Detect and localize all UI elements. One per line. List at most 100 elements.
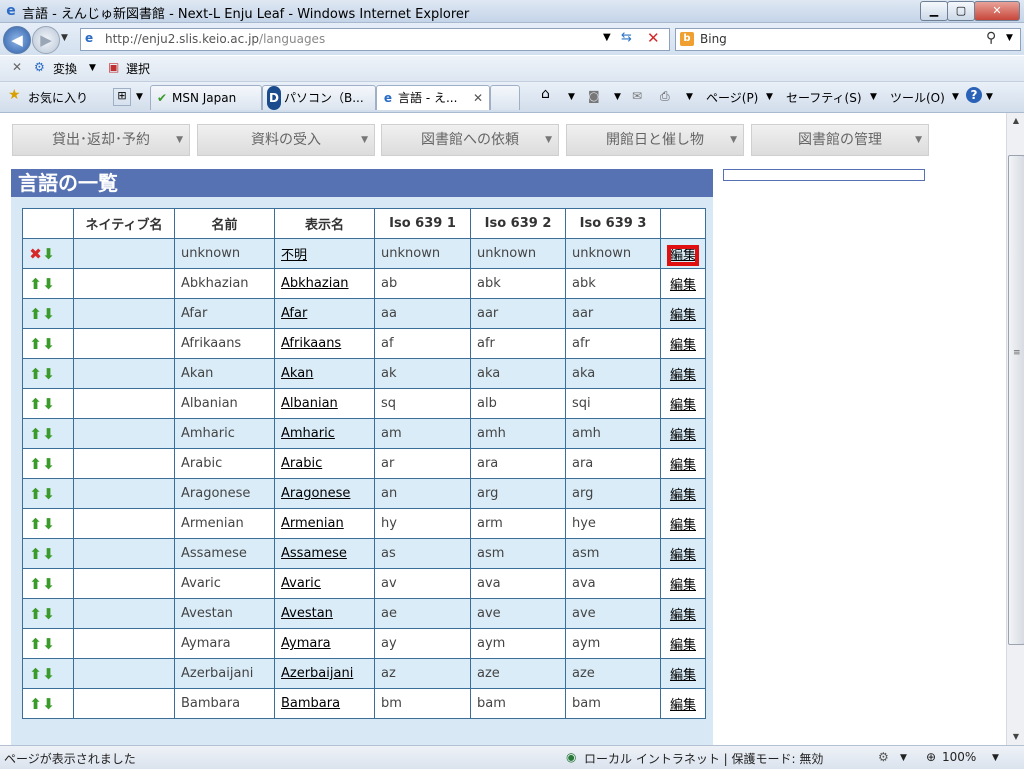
move-up-icon[interactable]: ⬆ <box>29 695 42 713</box>
edit-link[interactable]: 編集 <box>670 368 696 383</box>
zoom-icon[interactable]: ⊕ <box>926 750 936 764</box>
convert-button[interactable]: 変換 <box>53 60 77 77</box>
tab-pasokon[interactable]: D パソコン（B... <box>262 85 376 110</box>
move-down-icon[interactable]: ⬇ <box>42 335 55 353</box>
tools-menu[interactable]: ツール(O) <box>890 89 945 106</box>
move-down-icon[interactable]: ⬇ <box>42 275 55 293</box>
mail-icon[interactable]: ✉ <box>632 89 642 103</box>
move-down-icon[interactable]: ⬇ <box>42 605 55 623</box>
display-name-link[interactable]: Assamese <box>281 546 347 561</box>
back-button[interactable]: ◀ <box>3 26 31 54</box>
stop-icon[interactable]: ✕ <box>647 29 660 47</box>
close-toolbar-icon[interactable]: ✕ <box>12 60 22 74</box>
display-name-link[interactable]: Akan <box>281 366 313 381</box>
menu-requests[interactable]: 図書館への依頼 ▼ <box>381 124 559 156</box>
security-dropdown-icon[interactable]: ▼ <box>900 753 907 763</box>
vertical-scrollbar[interactable]: ▲ ≡ ▼ <box>1006 113 1024 745</box>
edit-link[interactable]: 編集 <box>670 488 696 503</box>
move-down-icon[interactable]: ⬇ <box>42 305 55 323</box>
minimize-button[interactable]: ▁ <box>920 1 948 21</box>
move-up-icon[interactable]: ⬆ <box>29 545 42 563</box>
zoom-level[interactable]: 100% <box>942 750 976 764</box>
safety-menu[interactable]: セーフティ(S) <box>786 89 862 106</box>
move-up-icon[interactable]: ⬆ <box>29 665 42 683</box>
move-down-icon[interactable]: ⬇ <box>42 545 55 563</box>
move-up-icon[interactable]: ⬆ <box>29 425 42 443</box>
edit-link[interactable]: 編集 <box>670 518 696 533</box>
delete-icon[interactable]: ✖ <box>29 245 42 263</box>
display-name-link[interactable]: Bambara <box>281 696 340 711</box>
favorites-button[interactable]: お気に入り <box>28 89 88 106</box>
move-down-icon[interactable]: ⬇ <box>42 635 55 653</box>
edit-link[interactable]: 編集 <box>670 308 696 323</box>
display-name-link[interactable]: 不明 <box>281 248 307 263</box>
edit-link[interactable]: 編集 <box>670 548 696 563</box>
edit-link[interactable]: 編集 <box>670 668 696 683</box>
move-down-icon[interactable]: ⬇ <box>42 665 55 683</box>
security-zone[interactable]: ローカル イントラネット | 保護モード: 無効 <box>584 750 823 767</box>
move-down-icon[interactable]: ⬇ <box>42 485 55 503</box>
favorites-star-icon[interactable]: ★ <box>8 87 21 103</box>
move-down-icon[interactable]: ⬇ <box>42 245 55 263</box>
page-menu[interactable]: ページ(P) <box>706 89 758 106</box>
scroll-down-icon[interactable]: ▼ <box>1007 729 1024 745</box>
move-down-icon[interactable]: ⬇ <box>42 575 55 593</box>
display-name-link[interactable]: Arabic <box>281 456 322 471</box>
new-tab-button[interactable] <box>490 85 520 110</box>
convert-dropdown-icon[interactable]: ▼ <box>89 63 96 73</box>
display-name-link[interactable]: Amharic <box>281 426 335 441</box>
url-input[interactable]: e http://enju2.slis.keio.ac.jp/languages… <box>80 28 670 51</box>
quick-tabs-icon[interactable]: ⊞ <box>113 88 131 106</box>
display-name-link[interactable]: Azerbaijani <box>281 666 353 681</box>
move-down-icon[interactable]: ⬇ <box>42 515 55 533</box>
menu-acquisition[interactable]: 資料の受入 ▼ <box>197 124 375 156</box>
edit-link[interactable]: 編集 <box>670 428 696 443</box>
move-up-icon[interactable]: ⬆ <box>29 485 42 503</box>
history-dropdown-icon[interactable]: ▼ <box>61 33 68 43</box>
print-dropdown-icon[interactable]: ▼ <box>686 92 693 102</box>
tools-dropdown-icon[interactable]: ▼ <box>952 92 959 102</box>
display-name-link[interactable]: Avaric <box>281 576 321 591</box>
move-down-icon[interactable]: ⬇ <box>42 455 55 473</box>
move-down-icon[interactable]: ⬇ <box>42 395 55 413</box>
move-up-icon[interactable]: ⬆ <box>29 305 42 323</box>
forward-button[interactable]: ▶ <box>32 26 60 54</box>
move-up-icon[interactable]: ⬆ <box>29 395 42 413</box>
search-input[interactable]: b Bing ⚲ ▼ <box>675 28 1021 51</box>
move-down-icon[interactable]: ⬇ <box>42 695 55 713</box>
tab-list-dropdown-icon[interactable]: ▼ <box>136 92 143 102</box>
edit-link[interactable]: 編集 <box>670 698 696 713</box>
menu-events[interactable]: 開館日と催し物 ▼ <box>566 124 744 156</box>
edit-link[interactable]: 編集 <box>670 398 696 413</box>
close-button[interactable]: ✕ <box>974 1 1020 21</box>
url-dropdown-icon[interactable]: ▼ <box>603 32 611 43</box>
edit-link[interactable]: 編集 <box>670 458 696 473</box>
move-down-icon[interactable]: ⬇ <box>42 425 55 443</box>
menu-administration[interactable]: 図書館の管理 ▼ <box>751 124 929 156</box>
edit-link[interactable]: 編集 <box>670 278 696 293</box>
move-down-icon[interactable]: ⬇ <box>42 365 55 383</box>
move-up-icon[interactable]: ⬆ <box>29 335 42 353</box>
display-name-link[interactable]: Afar <box>281 306 307 321</box>
move-up-icon[interactable]: ⬆ <box>29 575 42 593</box>
feeds-dropdown-icon[interactable]: ▼ <box>614 92 621 102</box>
help-dropdown-icon[interactable]: ▼ <box>986 92 993 102</box>
display-name-link[interactable]: Avestan <box>281 606 333 621</box>
display-name-link[interactable]: Armenian <box>281 516 344 531</box>
display-name-link[interactable]: Aymara <box>281 636 331 651</box>
home-icon[interactable]: ⌂ <box>541 86 550 102</box>
maximize-button[interactable]: ▢ <box>947 1 975 21</box>
edit-link[interactable]: 編集 <box>666 245 700 266</box>
tab-languages[interactable]: e 言語 - え... ✕ <box>376 85 490 110</box>
menu-circulation[interactable]: 貸出･返却･予約 ▼ <box>12 124 190 156</box>
scroll-up-icon[interactable]: ▲ <box>1007 113 1024 129</box>
move-up-icon[interactable]: ⬆ <box>29 455 42 473</box>
safety-dropdown-icon[interactable]: ▼ <box>870 92 877 102</box>
move-up-icon[interactable]: ⬆ <box>29 605 42 623</box>
display-name-link[interactable]: Afrikaans <box>281 336 341 351</box>
tab-msn[interactable]: ✔ MSN Japan <box>150 85 262 110</box>
edit-link[interactable]: 編集 <box>670 578 696 593</box>
select-button[interactable]: 選択 <box>126 60 150 77</box>
move-up-icon[interactable]: ⬆ <box>29 515 42 533</box>
help-icon[interactable]: ? <box>966 87 982 103</box>
